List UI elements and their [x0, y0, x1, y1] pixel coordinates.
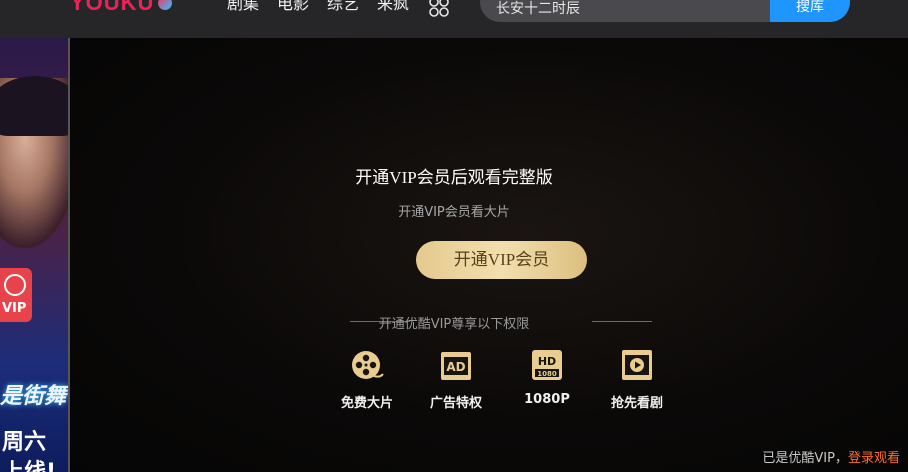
already-vip-note: 已是优酷VIP，登录观看	[762, 447, 900, 466]
open-vip-button[interactable]: 开通VIP会员	[416, 241, 587, 279]
promo-title: 是街舞	[0, 384, 67, 409]
svg-text:AD: AD	[446, 360, 465, 374]
benefit-label: 广告特权	[429, 396, 482, 411]
rights-title: 开通优酷VIP尊享以下权限	[378, 317, 530, 332]
promo-portrait-hair	[0, 76, 70, 136]
search-button[interactable]: 搜库	[770, 0, 850, 22]
vip-play-icon	[4, 274, 26, 296]
hd-1080p-icon: HD 1080	[532, 350, 562, 380]
film-reel-icon	[352, 351, 384, 379]
benefit-label: 免费大片	[340, 396, 393, 411]
more-categories-icon[interactable]	[428, 0, 450, 18]
benefit-label: 抢先看剧	[610, 396, 663, 411]
divider-right	[592, 321, 652, 322]
login-to-watch-link[interactable]: 登录观看	[848, 451, 900, 466]
side-promo-banner[interactable]: VIP 是街舞 周六 上线!	[0, 38, 70, 472]
nav-item-laifeng[interactable]: 来疯	[377, 0, 409, 14]
nav-item-variety[interactable]: 综艺	[327, 0, 359, 14]
benefit-label: 1080P	[524, 392, 570, 407]
top-nav-bar: YOUKU 剧集 电影 综艺 来疯 长安十二时辰 搜库	[0, 0, 908, 38]
early-access-play-icon	[622, 350, 652, 380]
benefit-ad-free: AD 广告特权	[411, 348, 501, 411]
search-input[interactable]: 长安十二时辰	[496, 0, 580, 18]
benefit-1080p: HD 1080 1080P	[502, 348, 592, 407]
nav-item-movies[interactable]: 电影	[277, 0, 309, 14]
svg-text:1080: 1080	[537, 370, 557, 378]
youku-logo[interactable]: YOUKU	[70, 0, 173, 16]
paywall-headline: 开通VIP会员后观看完整版	[355, 168, 553, 187]
svg-text:HD: HD	[538, 355, 556, 368]
benefit-early-access: 抢先看剧	[592, 348, 682, 411]
nav-item-series[interactable]: 剧集	[227, 0, 259, 14]
benefit-free-movies: 免费大片	[322, 348, 412, 411]
promo-day: 周六	[2, 430, 47, 455]
already-vip-text: 已是优酷VIP，	[762, 451, 848, 466]
search-box: 长安十二时辰 搜库	[480, 0, 850, 22]
ad-free-icon: AD	[441, 352, 471, 380]
paywall-subline: 开通VIP会员看大片	[398, 205, 510, 220]
promo-online: 上线!	[2, 454, 56, 472]
logo-text: YOUKU	[70, 0, 155, 15]
logo-mark-icon	[158, 0, 173, 10]
